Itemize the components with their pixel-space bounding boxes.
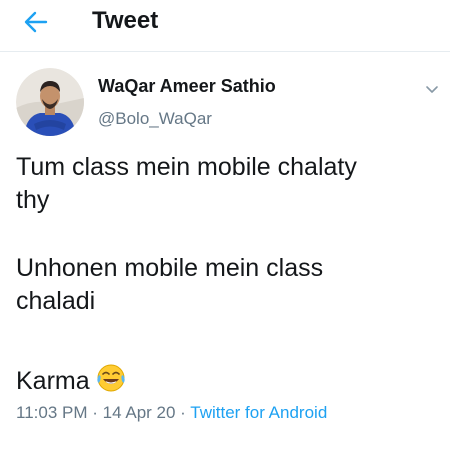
back-button[interactable]	[22, 8, 50, 36]
meta-separator: ·	[92, 403, 98, 422]
tweet-text-line: Tum class mein mobile chalaty	[16, 153, 357, 181]
author-name[interactable]: WaQar Ameer Sathio	[98, 76, 276, 97]
tweet-text-line: Unhonen mobile mein class	[16, 254, 324, 282]
tweet-text-karma: Karma	[16, 367, 90, 395]
author-handle[interactable]: @Bolo_WaQar	[98, 109, 212, 129]
face-with-tears-of-joy-icon	[96, 363, 126, 402]
page-title: Tweet	[92, 7, 159, 34]
top-bar: Tweet	[0, 0, 450, 52]
tweet-time: 11:03 PM	[16, 403, 88, 422]
tweet-source-link[interactable]: Twitter for Android	[190, 403, 327, 422]
tweet-text-line: chaladi	[16, 287, 96, 315]
tweet-date: 14 Apr 20	[102, 403, 176, 422]
meta-separator: ·	[180, 403, 186, 422]
arrow-left-icon	[24, 11, 48, 33]
chevron-down-icon	[426, 86, 438, 93]
tweet-menu-button[interactable]	[421, 78, 443, 100]
tweet-text-line: thy	[16, 186, 50, 214]
tweet-text-last-line: Karma	[16, 363, 126, 402]
tweet-meta: 11:03 PM · 14 Apr 20 · Twitter for Andro…	[16, 403, 327, 423]
avatar[interactable]	[16, 68, 84, 136]
